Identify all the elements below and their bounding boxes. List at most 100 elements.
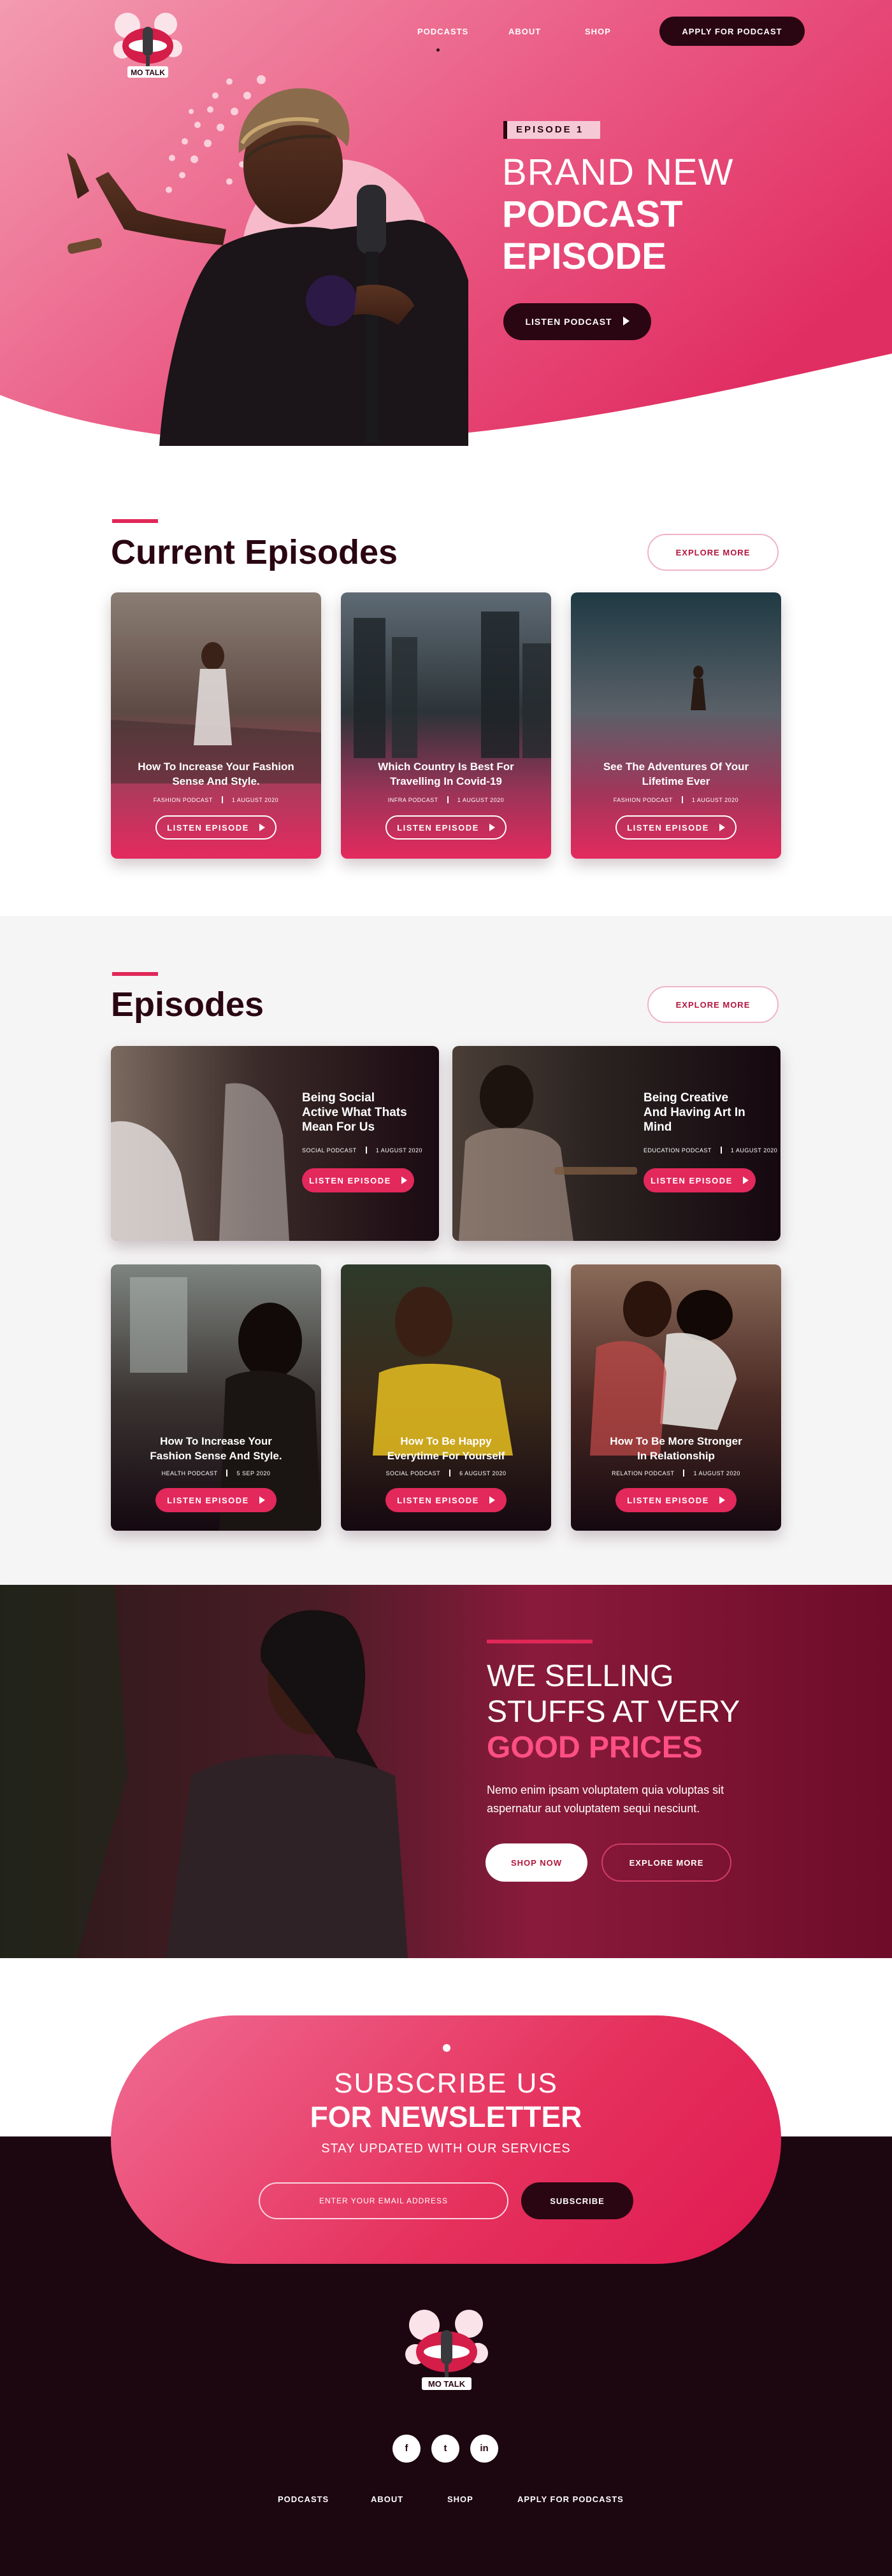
episode-category: EDUCATION PODCAST xyxy=(644,1147,712,1154)
listen-episode-button[interactable]: LISTEN EPISODE xyxy=(155,1488,277,1512)
hero-title-line2: PODCAST xyxy=(502,194,683,235)
footer-nav-shop[interactable]: SHOP xyxy=(447,2494,473,2504)
episode-card-title-line2: Sense And Style. xyxy=(172,775,260,787)
listen-episode-button[interactable]: LISTEN EPISODE xyxy=(385,815,507,840)
footer-nav-podcasts[interactable]: PODCASTS xyxy=(278,2494,329,2504)
episode-category: FASHION PODCAST xyxy=(613,797,673,803)
promo-explore-more-button[interactable]: EXPLORE MORE xyxy=(601,1843,731,1882)
episode-date: 1 AUGUST 2020 xyxy=(693,1470,740,1477)
meta-divider xyxy=(226,1470,228,1477)
linkedin-icon[interactable]: in xyxy=(470,2435,498,2463)
episodes-title: Episodes xyxy=(111,985,264,1024)
hero-title-line3: EPISODE xyxy=(502,236,666,277)
play-icon xyxy=(742,1176,749,1184)
email-field[interactable] xyxy=(259,2182,508,2219)
newsletter-title-line2: FOR NEWSLETTER xyxy=(310,2100,582,2133)
episode-date: 1 AUGUST 2020 xyxy=(457,797,505,803)
nav-item-shop[interactable]: SHOP xyxy=(585,27,611,36)
episode-category: SOCIAL PODCAST xyxy=(385,1470,441,1477)
play-icon xyxy=(259,1496,265,1504)
episode-card-title: See The Adventures Of Your xyxy=(603,761,749,773)
footer-nav-about[interactable]: ABOUT xyxy=(371,2494,403,2504)
promo-description-line1: Nemo enim ipsam voluptatem quia voluptas… xyxy=(487,1784,724,1796)
play-icon xyxy=(622,317,629,326)
shop-now-button[interactable]: SHOP NOW xyxy=(486,1843,587,1882)
facebook-icon[interactable]: f xyxy=(392,2435,421,2463)
promo-description-line2: aspernatur aut voluptatem sequi nesciunt… xyxy=(487,1802,700,1815)
hero-title-line1: BRAND NEW xyxy=(502,152,734,193)
footer-nav-apply[interactable]: APPLY FOR PODCASTS xyxy=(517,2494,624,2504)
meta-divider xyxy=(365,1147,367,1154)
listen-episode-label: LISTEN EPISODE xyxy=(167,822,249,833)
episode-card-title: Being Social xyxy=(302,1091,375,1105)
listen-episode-button[interactable]: LISTEN EPISODE xyxy=(302,1168,414,1192)
nav-item-about[interactable]: ABOUT xyxy=(508,27,541,36)
episode-card[interactable]: See The Adventures Of Your Lifetime Ever… xyxy=(571,592,781,859)
meta-divider xyxy=(221,796,223,803)
episode-date: 1 AUGUST 2020 xyxy=(375,1147,423,1154)
episode-card-title-line2: And Having Art In xyxy=(644,1106,745,1119)
episode-card-photo xyxy=(111,1046,439,1241)
listen-episode-label: LISTEN EPISODE xyxy=(397,1495,479,1505)
episode-card-title-line2: Fashion Sense And Style. xyxy=(150,1450,282,1462)
episode-badge: EPISODE 1 xyxy=(503,121,600,139)
episode-card[interactable]: How To Increase Your Fashion Sense And S… xyxy=(111,1264,321,1531)
meta-divider xyxy=(681,796,683,803)
svg-text:MO TALK: MO TALK xyxy=(428,2379,466,2389)
episode-category: HEALTH PODCAST xyxy=(161,1470,218,1477)
play-icon xyxy=(489,1496,495,1504)
promo-section: WE SELLING STUFFS AT VERY GOOD PRICES Ne… xyxy=(0,1585,892,1958)
episode-card[interactable]: How To Be Happy Everytime For Yourself S… xyxy=(341,1264,551,1531)
episode-category: RELATION PODCAST xyxy=(612,1470,675,1477)
play-icon xyxy=(719,823,725,831)
listen-episode-button[interactable]: LISTEN EPISODE xyxy=(615,1488,737,1512)
newsletter-subtitle: STAY UPDATED WITH OUR SERVICES xyxy=(321,2142,571,2156)
current-explore-more-button[interactable]: EXPLORE MORE xyxy=(647,534,779,571)
episode-card-title-line2: In Relationship xyxy=(637,1450,715,1462)
promo-accent-bar xyxy=(487,1640,593,1643)
listen-episode-button[interactable]: LISTEN EPISODE xyxy=(155,815,277,840)
episode-card-title: Being Creative xyxy=(644,1091,729,1105)
episodes-explore-more-button[interactable]: EXPLORE MORE xyxy=(647,986,779,1023)
listen-episode-button[interactable]: LISTEN EPISODE xyxy=(644,1168,756,1192)
svg-text:MO TALK: MO TALK xyxy=(131,68,165,77)
hero-section: MO TALK PODCASTS ABOUT SHOP APPLY FOR PO… xyxy=(0,0,892,446)
listen-podcast-button[interactable]: LISTEN PODCAST xyxy=(503,303,651,340)
listen-episode-label: LISTEN EPISODE xyxy=(651,1175,733,1185)
episode-card[interactable]: How To Be More Stronger In Relationship … xyxy=(571,1264,781,1531)
listen-episode-button[interactable]: LISTEN EPISODE xyxy=(385,1488,507,1512)
play-icon xyxy=(489,823,495,831)
episode-card-title: How To Increase Your xyxy=(160,1435,272,1447)
play-icon xyxy=(401,1176,407,1184)
promo-title-line1: WE SELLING xyxy=(487,1659,674,1693)
listen-episode-button[interactable]: LISTEN EPISODE xyxy=(615,815,737,840)
meta-divider xyxy=(449,1470,451,1477)
newsletter-title-line1: SUBSCRIBE US xyxy=(334,2068,558,2099)
newsletter-dot xyxy=(443,2044,450,2052)
episode-card[interactable]: Which Country Is Best For Travelling In … xyxy=(341,592,551,859)
section-accent-bar xyxy=(112,519,158,523)
episode-category: FASHION PODCAST xyxy=(153,797,213,803)
section-accent-bar xyxy=(112,972,158,976)
promo-description: Nemo enim ipsam voluptatem quia voluptas… xyxy=(487,1781,805,1818)
nav-item-podcasts[interactable]: PODCASTS xyxy=(417,27,468,36)
active-nav-indicator xyxy=(436,48,440,52)
episode-card-title: How To Increase Your Fashion xyxy=(138,761,294,773)
apply-for-podcast-button[interactable]: APPLY FOR PODCAST xyxy=(659,17,805,46)
episode-card-photo xyxy=(452,1046,780,1241)
meta-divider xyxy=(683,1470,685,1477)
current-episodes-title: Current Episodes xyxy=(111,533,398,571)
subscribe-button[interactable]: SUBSCRIBE xyxy=(521,2182,633,2219)
episode-card-title-line2: Travelling In Covid-19 xyxy=(390,775,502,787)
episode-date: 6 AUGUST 2020 xyxy=(459,1470,507,1477)
episode-card-title-line3: Mind xyxy=(644,1120,672,1134)
episode-card-title: How To Be More Stronger xyxy=(610,1435,742,1447)
episode-card-wide[interactable]: Being Social Active What Thats Mean For … xyxy=(111,1046,439,1241)
twitter-icon[interactable]: t xyxy=(431,2435,459,2463)
footer-logo[interactable]: MO TALK xyxy=(399,2302,494,2404)
episode-card[interactable]: How To Increase Your Fashion Sense And S… xyxy=(111,592,321,859)
promo-title-line3: GOOD PRICES xyxy=(487,1731,703,1764)
episode-card-wide[interactable]: Being Creative And Having Art In Mind ED… xyxy=(452,1046,780,1241)
listen-episode-label: LISTEN EPISODE xyxy=(627,822,709,833)
episode-date: 5 SEP 2020 xyxy=(236,1470,271,1477)
